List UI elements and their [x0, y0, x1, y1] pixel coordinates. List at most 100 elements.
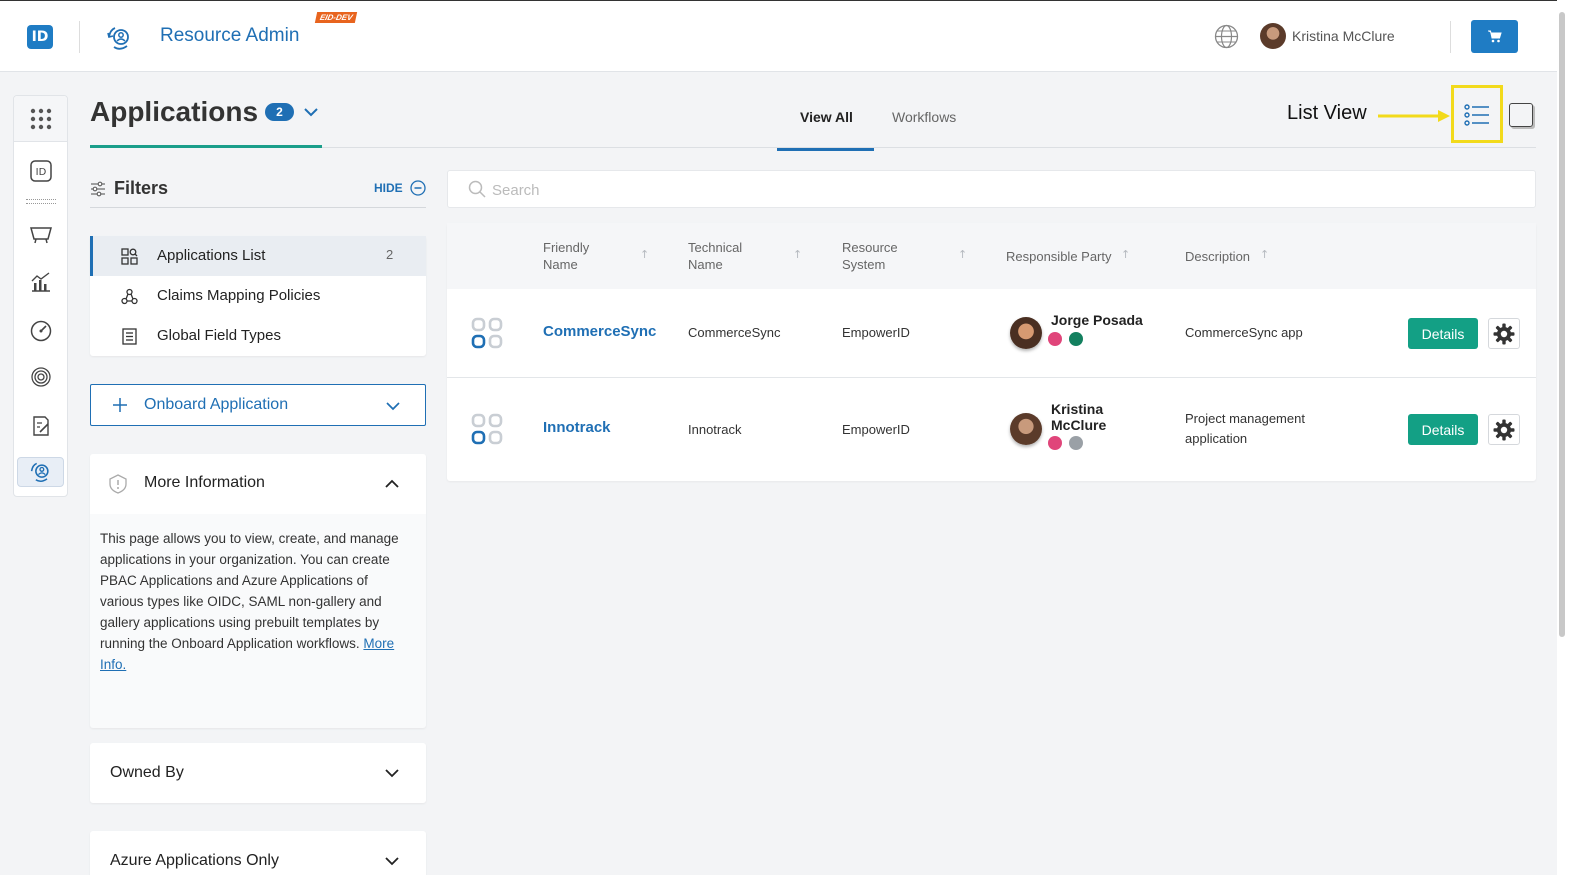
resource-system: EmpowerID — [842, 325, 910, 340]
filter-item-label: Global Field Types — [157, 327, 281, 344]
page-title: Applications — [90, 96, 259, 127]
count-badge: 2 — [265, 103, 294, 121]
svg-text:ID: ID — [36, 167, 47, 178]
chevron-down-icon — [385, 857, 399, 866]
filter-item-count: 2 — [386, 247, 394, 262]
column-header-responsible-party[interactable]: Responsible Party — [1006, 248, 1112, 265]
email-badge-icon[interactable] — [1048, 436, 1062, 450]
env-badge: EID-DEV — [314, 12, 358, 23]
rail-divider — [26, 199, 56, 204]
description: CommerceSync app — [1185, 325, 1303, 340]
plus-icon — [113, 398, 127, 412]
azure-applications-only-filter[interactable]: Azure Applications Only — [90, 831, 426, 875]
tab-workflows[interactable]: Workflows — [892, 109, 956, 125]
gear-icon — [1493, 419, 1515, 440]
settings-button[interactable] — [1488, 318, 1520, 349]
more-information-header[interactable]: More Information — [90, 454, 426, 514]
column-header-description[interactable]: Description — [1185, 248, 1250, 265]
email-badge-icon[interactable] — [1048, 332, 1062, 346]
avatar[interactable] — [1010, 317, 1042, 349]
filter-item-claims-mapping-policies[interactable]: Claims Mapping Policies — [90, 276, 426, 316]
dashboard-gauge-icon[interactable] — [28, 318, 54, 344]
cart-icon — [1487, 30, 1502, 43]
friendly-name-link[interactable]: CommerceSync — [543, 323, 656, 340]
info-body: This page allows you to view, create, an… — [100, 531, 399, 651]
scrollbar-thumb[interactable] — [1559, 12, 1565, 637]
filters-title: Filters — [114, 178, 169, 198]
application-icon — [471, 317, 503, 349]
annotation-arrow-icon — [1378, 110, 1450, 122]
details-button[interactable]: Details — [1408, 414, 1478, 445]
filter-item-global-field-types[interactable]: Global Field Types — [90, 316, 426, 356]
azure-applications-only-label: Azure Applications Only — [110, 852, 279, 869]
filters-header: Filters HIDE — [90, 178, 426, 208]
filter-list: Applications List 2 Claims Mapping Polic… — [90, 236, 426, 356]
more-information-text: This page allows you to view, create, an… — [100, 528, 410, 675]
filter-sliders-icon — [91, 181, 105, 197]
analytics-icon[interactable] — [28, 269, 54, 295]
friendly-name-link[interactable]: Innotrack — [543, 419, 611, 436]
more-information-panel: More Information This page allows you to… — [90, 454, 426, 728]
settings-button[interactable] — [1488, 414, 1520, 445]
filter-item-label: Applications List — [157, 247, 266, 264]
fingerprint-icon[interactable] — [28, 364, 54, 390]
responsible-party-name[interactable]: Jorge Posada — [1051, 312, 1143, 328]
onboard-application-button[interactable]: Onboard Application — [90, 384, 426, 426]
search-box[interactable] — [447, 170, 1536, 208]
gear-icon — [1493, 323, 1515, 344]
chevron-up-icon[interactable] — [383, 475, 401, 493]
status-check-icon — [1069, 436, 1083, 450]
hide-filters-button[interactable]: HIDE — [374, 181, 403, 195]
list-view-annotation: List View — [1287, 102, 1367, 124]
filter-item-applications-list[interactable]: Applications List 2 — [90, 236, 426, 276]
table-row: CommerceSync CommerceSync EmpowerID Jorg… — [447, 289, 1536, 378]
avatar[interactable] — [1010, 413, 1042, 445]
column-header-friendly-name[interactable]: Friendly Name — [543, 239, 589, 273]
divider — [79, 21, 80, 53]
tab-view-all[interactable]: View All — [800, 109, 853, 125]
id-icon[interactable]: ID — [28, 158, 54, 184]
search-input[interactable] — [492, 179, 1392, 201]
tabs-divider — [322, 147, 1536, 148]
nav-rail: ID — [13, 95, 68, 497]
sort-arrow-icon[interactable]: ↑ — [640, 248, 649, 261]
divider — [1450, 21, 1451, 53]
collapse-circle-icon[interactable] — [410, 180, 426, 196]
owned-by-label: Owned By — [110, 764, 184, 781]
globe-icon[interactable] — [1214, 24, 1239, 49]
onboard-application-label: Onboard Application — [144, 396, 289, 413]
user-name[interactable]: Kristina McClure — [1292, 28, 1395, 44]
column-header-resource-system[interactable]: Resource System — [842, 239, 898, 273]
details-button[interactable]: Details — [1408, 318, 1478, 349]
description: Project management application — [1185, 411, 1305, 446]
edit-document-icon[interactable] — [28, 413, 54, 439]
more-information-title: More Information — [144, 474, 265, 491]
title-underline — [90, 145, 322, 148]
sort-arrow-icon[interactable]: ↑ — [1260, 248, 1269, 261]
tile-view-button[interactable] — [1509, 103, 1533, 127]
apps-grid-icon[interactable] — [28, 106, 54, 132]
technical-name: Innotrack — [688, 422, 742, 437]
responsible-party-name[interactable]: Kristina McClure — [1051, 401, 1106, 433]
chevron-down-icon — [386, 402, 400, 411]
avatar[interactable] — [1260, 23, 1286, 49]
info-shield-icon — [109, 474, 127, 494]
resource-admin-icon[interactable] — [28, 459, 54, 485]
logo[interactable]: ID — [27, 25, 53, 49]
sort-arrow-icon[interactable]: ↑ — [793, 248, 802, 261]
technical-name: CommerceSync — [688, 325, 781, 340]
resource-admin-icon[interactable] — [106, 24, 134, 52]
owned-by-filter[interactable]: Owned By — [90, 743, 426, 803]
app-title[interactable]: Resource Admin — [160, 25, 299, 47]
chevron-down-icon[interactable] — [303, 104, 319, 120]
shop-icon[interactable] — [28, 221, 54, 247]
column-header-technical-name[interactable]: Technical Name — [688, 239, 742, 273]
cart-button[interactable] — [1471, 20, 1518, 53]
sort-arrow-icon[interactable]: ↑ — [958, 248, 967, 261]
filter-item-label: Claims Mapping Policies — [157, 287, 321, 304]
application-icon — [471, 413, 503, 445]
search-icon — [468, 180, 486, 198]
applications-list-icon — [121, 248, 138, 265]
list-view-icon[interactable] — [1462, 100, 1492, 130]
sort-arrow-icon[interactable]: ↑ — [1121, 248, 1130, 261]
